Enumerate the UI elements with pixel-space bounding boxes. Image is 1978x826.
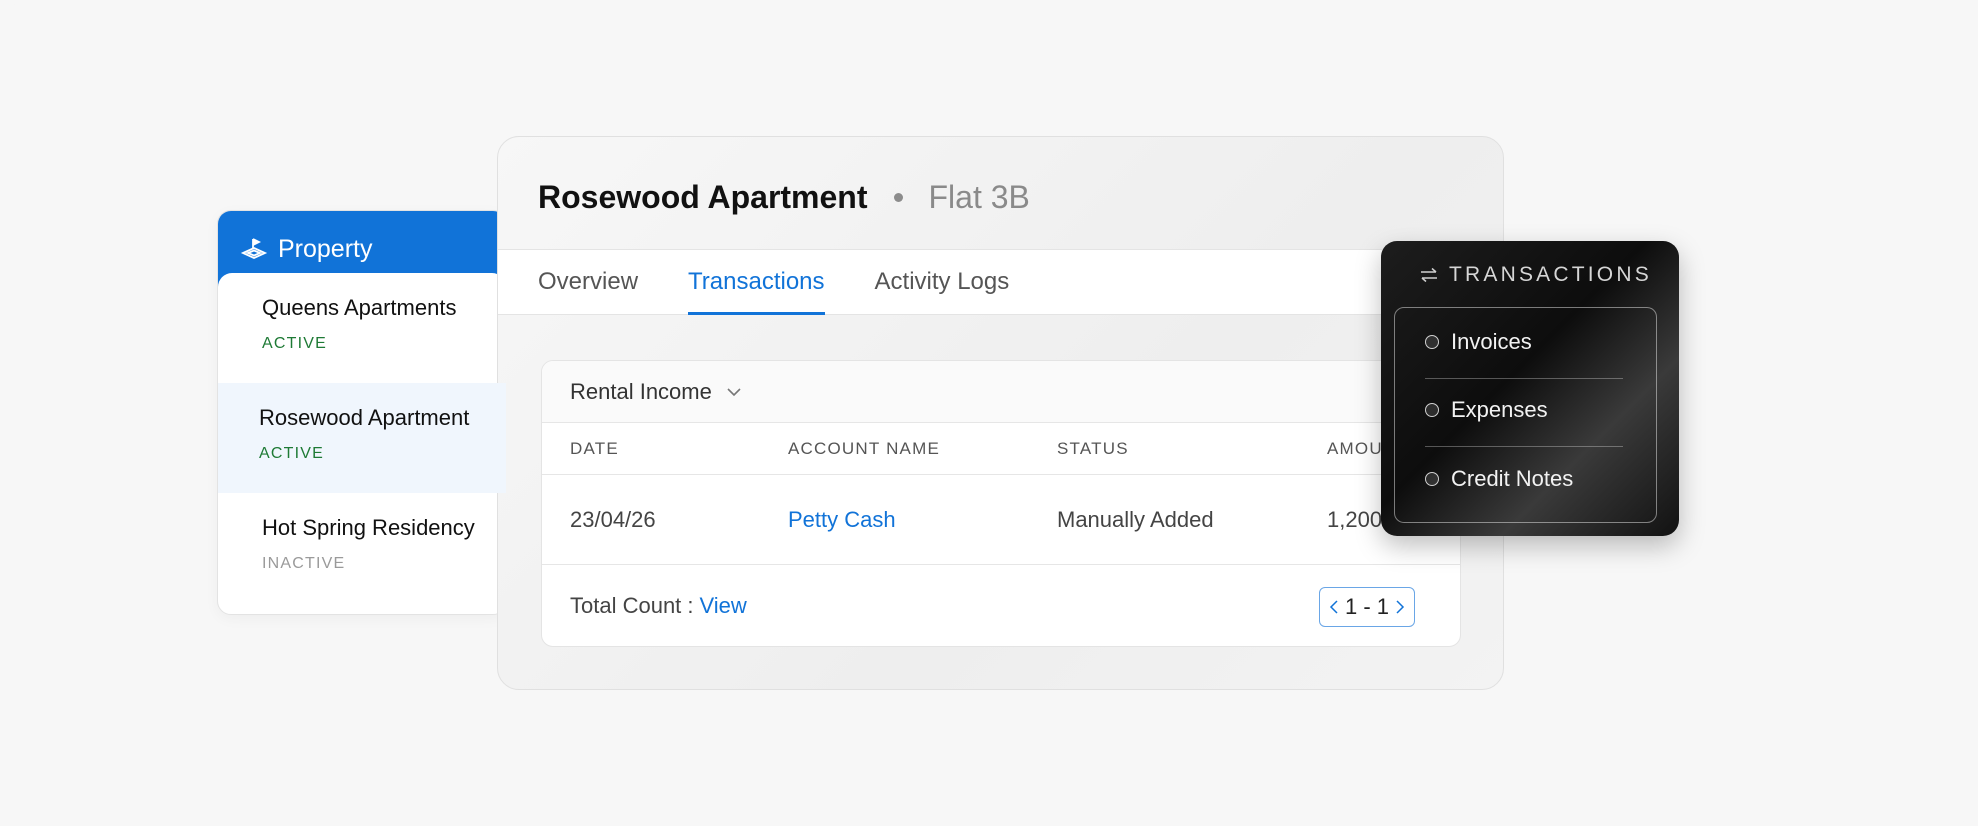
menu-item-expenses[interactable]: Expenses: [1425, 376, 1623, 444]
property-icon: [240, 238, 268, 259]
unit-subtitle: Flat 3B: [928, 179, 1030, 215]
property-item-queens-apartments[interactable]: Queens Apartments ACTIVE: [218, 273, 506, 383]
transactions-menu-title: TRANSACTIONS: [1449, 263, 1652, 286]
filter-dropdown[interactable]: Rental Income: [542, 361, 1460, 423]
table-row[interactable]: 23/04/26 Petty Cash Manually Added 1,200: [542, 475, 1460, 565]
chevron-right-icon[interactable]: [1395, 600, 1405, 614]
transactions-table-card: Rental Income DATE ACCOUNT NAME STATUS A…: [541, 360, 1461, 647]
menu-item-credit-notes[interactable]: Credit Notes: [1425, 445, 1623, 513]
property-panel: Property Queens Apartments ACTIVE Rosewo…: [217, 210, 507, 615]
column-header-date[interactable]: DATE: [570, 439, 619, 459]
radio-icon: [1425, 335, 1439, 349]
property-item-name: Rosewood Apartment: [259, 405, 470, 430]
column-header-amount[interactable]: AMOU: [1327, 439, 1383, 459]
property-item-hot-spring-residency[interactable]: Hot Spring Residency INACTIVE: [218, 493, 506, 603]
transfer-arrows-icon: [1421, 267, 1437, 283]
property-item-name: Hot Spring Residency: [262, 515, 475, 540]
tab-transactions[interactable]: Transactions: [688, 250, 825, 315]
title-separator-dot: [893, 193, 903, 202]
property-panel-title: Property: [278, 234, 373, 263]
filter-dropdown-label: Rental Income: [570, 378, 712, 404]
transactions-menu-options: Invoices Expenses Credit Notes: [1394, 307, 1657, 523]
menu-item-label: Credit Notes: [1451, 466, 1574, 491]
pagination: 1 - 1: [1319, 587, 1415, 627]
property-item-status: INACTIVE: [262, 555, 346, 572]
property-item-rosewood-apartment[interactable]: Rosewood Apartment ACTIVE: [218, 383, 506, 493]
total-count-label: Total Count :: [570, 593, 694, 618]
menu-item-invoices[interactable]: Invoices: [1425, 308, 1623, 376]
property-detail-panel: Rosewood Apartment Flat 3B Overview Tran…: [497, 136, 1504, 690]
page-title: Rosewood Apartment Flat 3B: [538, 179, 1030, 216]
menu-item-label: Expenses: [1451, 397, 1548, 422]
pagination-range: 1 - 1: [1344, 594, 1390, 619]
property-list: Queens Apartments ACTIVE Rosewood Apartm…: [218, 273, 506, 603]
table-header: DATE ACCOUNT NAME STATUS AMOU: [542, 423, 1460, 475]
column-header-status[interactable]: STATUS: [1057, 439, 1129, 459]
menu-item-label: Invoices: [1451, 329, 1532, 354]
cell-date: 23/04/26: [570, 506, 656, 532]
chevron-left-icon[interactable]: [1329, 600, 1339, 614]
transactions-menu: TRANSACTIONS Invoices Expenses Credit No…: [1381, 241, 1679, 536]
column-header-account-name[interactable]: ACCOUNT NAME: [788, 439, 940, 459]
cell-account-link[interactable]: Petty Cash: [788, 507, 896, 533]
radio-icon: [1425, 403, 1439, 417]
cell-status: Manually Added: [1057, 506, 1214, 532]
property-item-status: ACTIVE: [262, 335, 327, 352]
canvas: Property Queens Apartments ACTIVE Rosewo…: [0, 0, 1978, 826]
transactions-menu-header: TRANSACTIONS: [1419, 263, 1652, 287]
tab-overview[interactable]: Overview: [538, 250, 638, 314]
property-title: Rosewood Apartment: [538, 179, 868, 215]
radio-icon: [1425, 472, 1439, 486]
view-count-link[interactable]: View: [700, 593, 747, 619]
table-footer: Total Count : View 1 - 1: [542, 565, 1460, 646]
tab-bar: Overview Transactions Activity Logs: [498, 249, 1503, 315]
tab-activity-logs[interactable]: Activity Logs: [875, 250, 1010, 314]
property-item-name: Queens Apartments: [262, 295, 457, 320]
chevron-down-icon: [727, 387, 741, 396]
property-item-status: ACTIVE: [259, 445, 324, 462]
cell-amount: 1,200: [1327, 506, 1383, 532]
